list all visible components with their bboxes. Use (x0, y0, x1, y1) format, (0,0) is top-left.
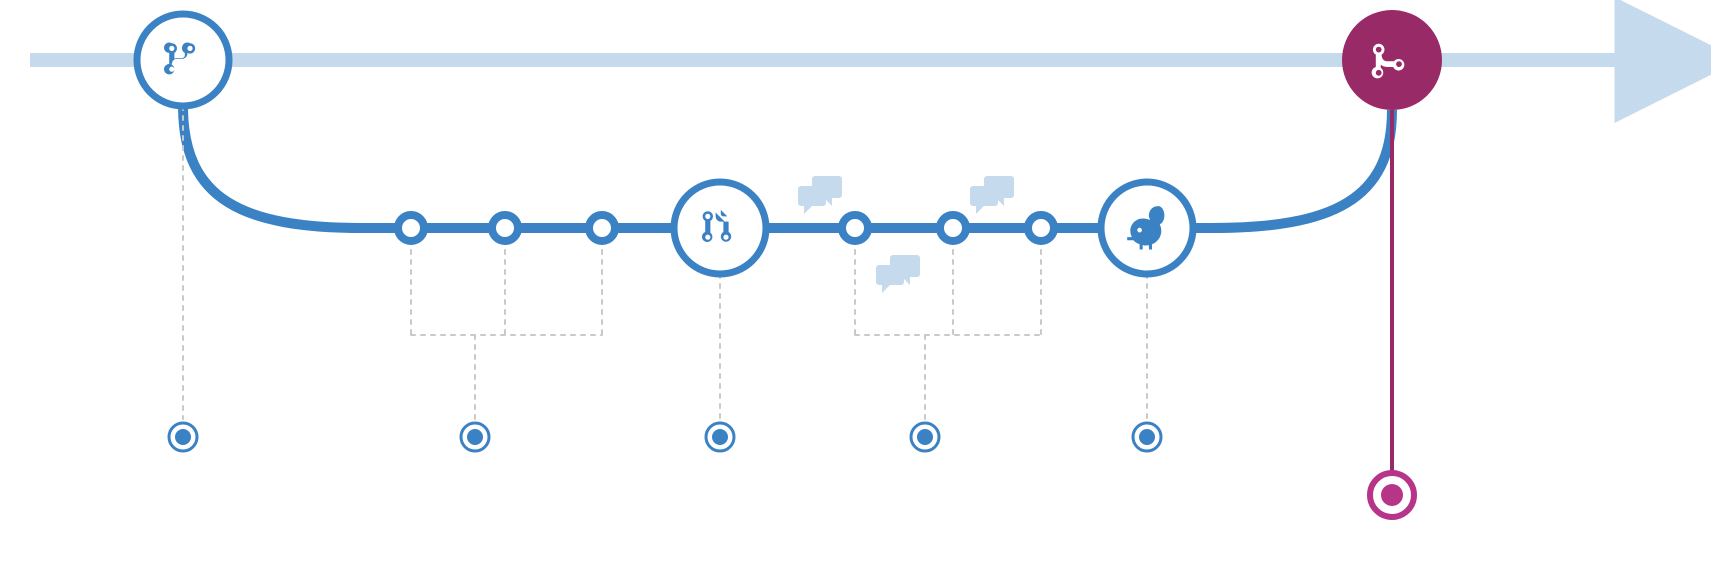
commit-dot (1028, 215, 1054, 241)
step-indicator (911, 423, 939, 451)
commit-dot (398, 215, 424, 241)
comment-icon (798, 176, 842, 214)
branch-node (137, 14, 229, 106)
commit-dot (589, 215, 615, 241)
comment-icon (876, 255, 920, 293)
commit-dot (940, 215, 966, 241)
commit-dot (842, 215, 868, 241)
step-indicator (1133, 423, 1161, 451)
commit-dot (492, 215, 518, 241)
branch-curve (183, 106, 1392, 228)
comment-icon (970, 176, 1014, 214)
merge-step-indicator (1370, 473, 1414, 517)
pr-node (674, 182, 766, 274)
merge-node (1342, 10, 1442, 110)
step-indicator (169, 423, 197, 451)
step-indicator (461, 423, 489, 451)
step-indicator (706, 423, 734, 451)
